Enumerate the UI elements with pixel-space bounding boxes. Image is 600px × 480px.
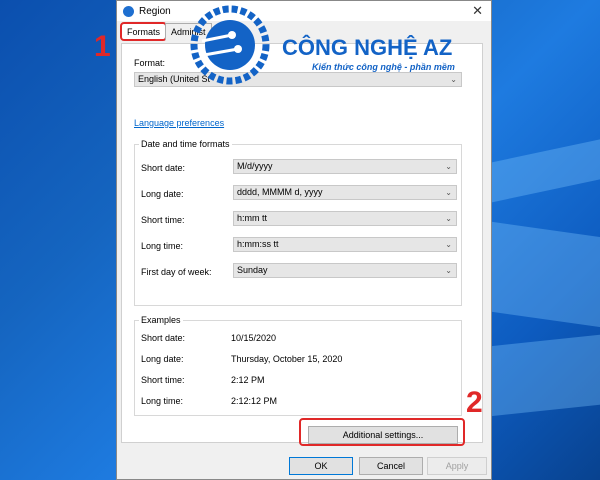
long-time-select[interactable]: h:mm:ss tt ⌄ bbox=[233, 237, 457, 252]
brand-tagline: Kiến thức công nghệ - phần mềm bbox=[312, 62, 455, 72]
cancel-button[interactable]: Cancel bbox=[359, 457, 423, 475]
example-short-time-value: 2:12 PM bbox=[231, 375, 265, 385]
wallpaper-ray bbox=[480, 332, 600, 418]
wallpaper-ray bbox=[480, 220, 600, 330]
example-long-date-value: Thursday, October 15, 2020 bbox=[231, 354, 343, 364]
long-time-value: h:mm:ss tt bbox=[237, 239, 279, 249]
chevron-down-icon: ⌄ bbox=[445, 162, 452, 171]
brand-watermark: CÔNG NGHỆ AZ Kiến thức công nghệ - phần … bbox=[190, 5, 470, 85]
example-long-date-label: Long date: bbox=[141, 354, 184, 364]
examples-group-title: Examples bbox=[139, 315, 183, 325]
wallpaper-ray bbox=[480, 135, 600, 205]
short-date-select[interactable]: M/d/yyyy ⌄ bbox=[233, 159, 457, 174]
long-time-label: Long time: bbox=[141, 241, 184, 251]
date-time-group-title: Date and time formats bbox=[139, 139, 232, 149]
window-title: Region bbox=[139, 5, 171, 17]
example-short-date-label: Short date: bbox=[141, 333, 186, 343]
first-day-select[interactable]: Sunday ⌄ bbox=[233, 263, 457, 278]
close-icon[interactable]: ✕ bbox=[472, 3, 483, 19]
apply-button[interactable]: Apply bbox=[427, 457, 487, 475]
long-date-select[interactable]: dddd, MMMM d, yyyy ⌄ bbox=[233, 185, 457, 200]
example-short-time-label: Short time: bbox=[141, 375, 185, 385]
short-time-value: h:mm tt bbox=[237, 213, 268, 223]
globe-icon bbox=[123, 5, 134, 17]
date-time-group: Date and time formats Short date: M/d/yy… bbox=[134, 139, 462, 306]
ok-button[interactable]: OK bbox=[289, 457, 353, 475]
format-label: Format: bbox=[134, 58, 166, 68]
example-short-date-value: 10/15/2020 bbox=[231, 333, 277, 343]
first-day-label: First day of week: bbox=[141, 267, 212, 277]
chevron-down-icon: ⌄ bbox=[445, 214, 452, 223]
brand-logo-icon bbox=[190, 5, 270, 85]
step-2-marker: 2 bbox=[466, 386, 483, 419]
chevron-down-icon: ⌄ bbox=[445, 188, 452, 197]
tab-formats[interactable]: Formats bbox=[119, 22, 168, 41]
example-long-time-value: 2:12:12 PM bbox=[231, 396, 278, 406]
example-long-time-label: Long time: bbox=[141, 396, 184, 406]
chevron-down-icon: ⌄ bbox=[445, 266, 452, 275]
chevron-down-icon: ⌄ bbox=[445, 240, 452, 249]
step-1-marker: 1 bbox=[94, 30, 111, 63]
long-date-value: dddd, MMMM d, yyyy bbox=[237, 187, 323, 197]
additional-settings-highlight bbox=[299, 418, 465, 446]
examples-group: Examples Short date: 10/15/2020 Long dat… bbox=[134, 315, 462, 416]
brand-name: CÔNG NGHỆ AZ bbox=[282, 35, 453, 60]
first-day-value: Sunday bbox=[237, 265, 268, 275]
short-date-label: Short date: bbox=[141, 163, 186, 173]
long-date-label: Long date: bbox=[141, 189, 184, 199]
language-preferences-link[interactable]: Language preferences bbox=[134, 118, 224, 128]
short-time-select[interactable]: h:mm tt ⌄ bbox=[233, 211, 457, 226]
formats-panel: Format: English (United St ⌄ Language pr… bbox=[121, 43, 483, 444]
short-date-value: M/d/yyyy bbox=[237, 161, 273, 171]
short-time-label: Short time: bbox=[141, 215, 185, 225]
